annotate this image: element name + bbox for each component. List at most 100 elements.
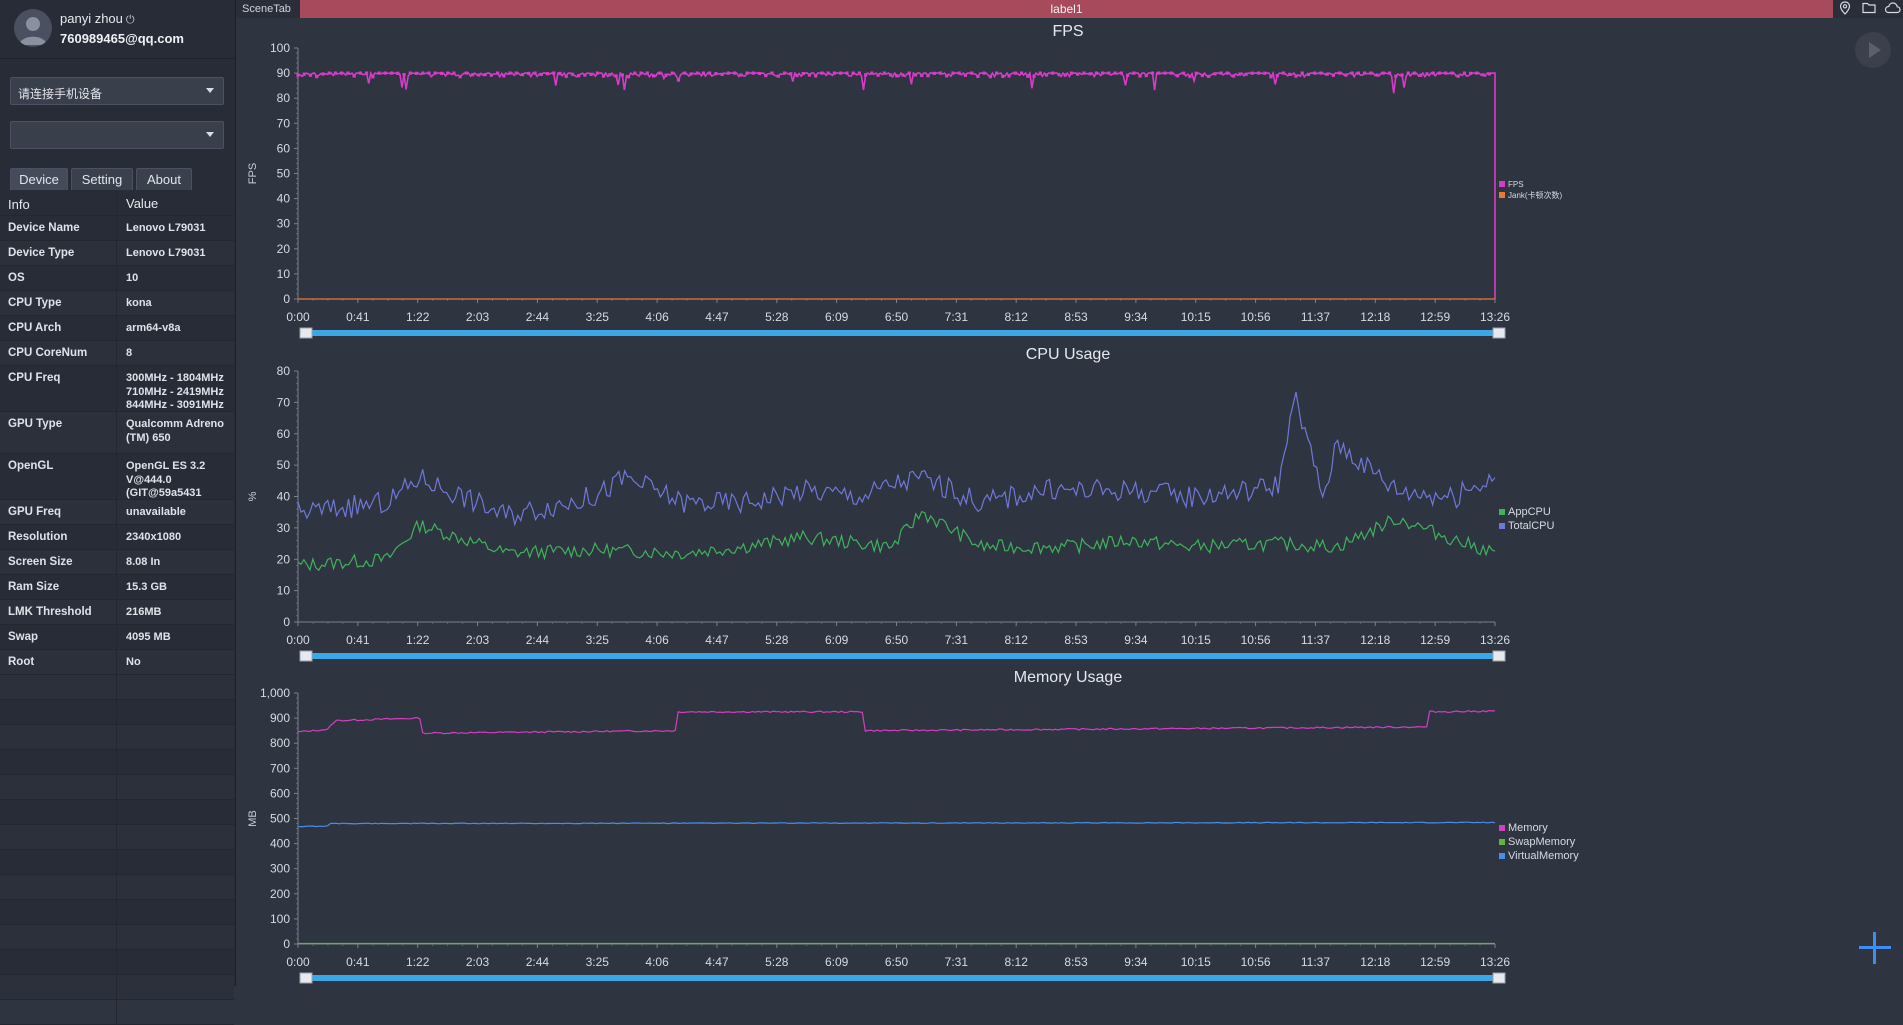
fps-point — [1232, 74, 1236, 78]
y-tick-label: 10 — [277, 267, 291, 281]
tab-device[interactable]: Device — [10, 168, 68, 190]
y-tick-label: 60 — [277, 427, 291, 441]
y-tick-label: 100 — [270, 41, 290, 55]
y-tick-label: 0 — [283, 292, 290, 306]
fps-point — [913, 73, 918, 77]
info-value-line: No — [126, 656, 141, 668]
empty-row — [0, 925, 234, 950]
cloud-icon[interactable] — [1884, 1, 1901, 17]
play-button[interactable] — [1855, 32, 1891, 68]
fps-point — [920, 73, 924, 78]
fps-point — [1038, 71, 1042, 75]
tab-about[interactable]: About — [136, 168, 192, 190]
fps-point — [1119, 71, 1123, 75]
x-tick-label: 10:56 — [1241, 310, 1271, 324]
column-divider — [116, 650, 117, 674]
fps-point — [527, 71, 531, 76]
table-row: Swap 4095 MB — [0, 625, 234, 650]
x-tick-label: 2:03 — [466, 310, 490, 324]
memory-chart-svg: Memory Usage MB 1,000 900 800 700 600 500 400 300… — [247, 669, 1579, 984]
fps-point — [1269, 75, 1273, 79]
table-row: OS 10 — [0, 266, 234, 291]
fps-point — [365, 71, 369, 75]
info-value-line: Lenovo L79031 — [126, 247, 206, 259]
device-info-table: Info Value Device Name Lenovo L79031 Device … — [0, 193, 234, 1025]
fps-point — [583, 73, 587, 77]
legend-label: VirtualMemory — [1508, 850, 1579, 862]
column-divider — [116, 825, 117, 849]
y-tick-label: 700 — [270, 761, 290, 775]
info-value-line: 8 — [126, 347, 133, 359]
fps-point — [757, 71, 762, 76]
fps-point — [1019, 71, 1024, 75]
fps-point — [639, 71, 643, 75]
y-tick-label: 10 — [277, 584, 291, 598]
x-tick-label: 6:50 — [885, 955, 909, 969]
fps-point — [751, 71, 755, 75]
fps-point — [876, 73, 880, 77]
table-row: Device Name Lenovo L79031 — [0, 216, 234, 241]
y-tick-label: 30 — [277, 521, 291, 535]
fps-point — [321, 72, 325, 76]
x-tick-label: 11:37 — [1301, 955, 1330, 969]
info-value: kona — [126, 297, 152, 311]
fps-point — [520, 72, 525, 77]
avatar[interactable] — [14, 9, 52, 47]
folder-icon[interactable] — [1862, 1, 1876, 17]
memory-chart[interactable]: Memory Usage MB 1,000 900 800 700 600 500 400 300… — [240, 666, 1903, 986]
x-tick-label: 12:18 — [1360, 633, 1390, 647]
fps-point — [302, 72, 306, 76]
fps-point — [602, 74, 606, 78]
device-select[interactable]: 请连接手机设备 — [10, 77, 224, 105]
app-select[interactable] — [10, 121, 224, 149]
location-pin-icon[interactable] — [1839, 1, 1851, 18]
power-icon[interactable]: ⏻ — [126, 14, 135, 27]
fps-point — [689, 72, 693, 76]
legend-label: Memory — [1508, 822, 1548, 834]
x-tick-label: 10:15 — [1181, 633, 1211, 647]
x-tick-label: 8:12 — [1005, 310, 1029, 324]
x-tick-label: 9:34 — [1124, 955, 1148, 969]
fps-point — [1394, 74, 1398, 78]
fps-point — [1481, 73, 1485, 77]
add-chart-button[interactable] — [1857, 930, 1893, 966]
y-tick-label: 200 — [270, 887, 290, 901]
fps-point — [315, 75, 319, 79]
fps-point — [1125, 73, 1130, 77]
fps-point — [408, 71, 412, 75]
info-value: 8.08 In — [126, 556, 160, 570]
y-tick-label: 400 — [270, 837, 290, 851]
column-divider — [116, 975, 117, 999]
column-divider — [116, 700, 117, 724]
fps-point — [832, 71, 837, 75]
y-tick-label: 80 — [277, 364, 291, 378]
info-value-line: 10 — [126, 272, 139, 284]
info-value-line: 300MHz - 1804MHz — [126, 372, 224, 384]
column-divider — [116, 266, 117, 290]
fps-chart[interactable]: FPS FPS 100 90 80 70 60 50 40 30 20 10 0 0:00 0:41 1:22… — [240, 20, 1903, 342]
scene-label-bar[interactable]: label1 — [300, 0, 1833, 18]
fps-point — [982, 71, 986, 75]
y-tick-label: 1,000 — [260, 686, 290, 700]
fps-point — [1007, 74, 1011, 78]
scene-tab[interactable]: SceneTab — [236, 0, 300, 18]
fps-point — [1412, 71, 1417, 75]
range-handle-right — [1492, 327, 1506, 339]
cpu-chart[interactable]: CPU Usage% 80 70 60 50 40 30 20 10 0 0:00 0:41 1:22 2… — [240, 343, 1903, 665]
x-tick-label: 12:59 — [1420, 955, 1450, 969]
empty-row — [0, 875, 234, 900]
fps-point — [1450, 71, 1454, 75]
tab-setting[interactable]: Setting — [71, 168, 133, 190]
info-key: CPU CoreNum — [8, 347, 88, 359]
fps-point — [976, 74, 980, 79]
fps-point — [1200, 73, 1205, 78]
x-tick-label: 3:25 — [586, 633, 610, 647]
fps-point — [1150, 71, 1155, 75]
x-tick-label: 10:15 — [1181, 310, 1211, 324]
column-divider — [116, 800, 117, 824]
x-tick-label: 12:18 — [1360, 955, 1390, 969]
fps-point — [1350, 71, 1354, 75]
table-row: GPU Freq unavailable — [0, 500, 234, 525]
fps-point — [608, 73, 612, 77]
profile-panel: panyi zhou ⏻ 760989465@qq.com — [0, 0, 235, 59]
